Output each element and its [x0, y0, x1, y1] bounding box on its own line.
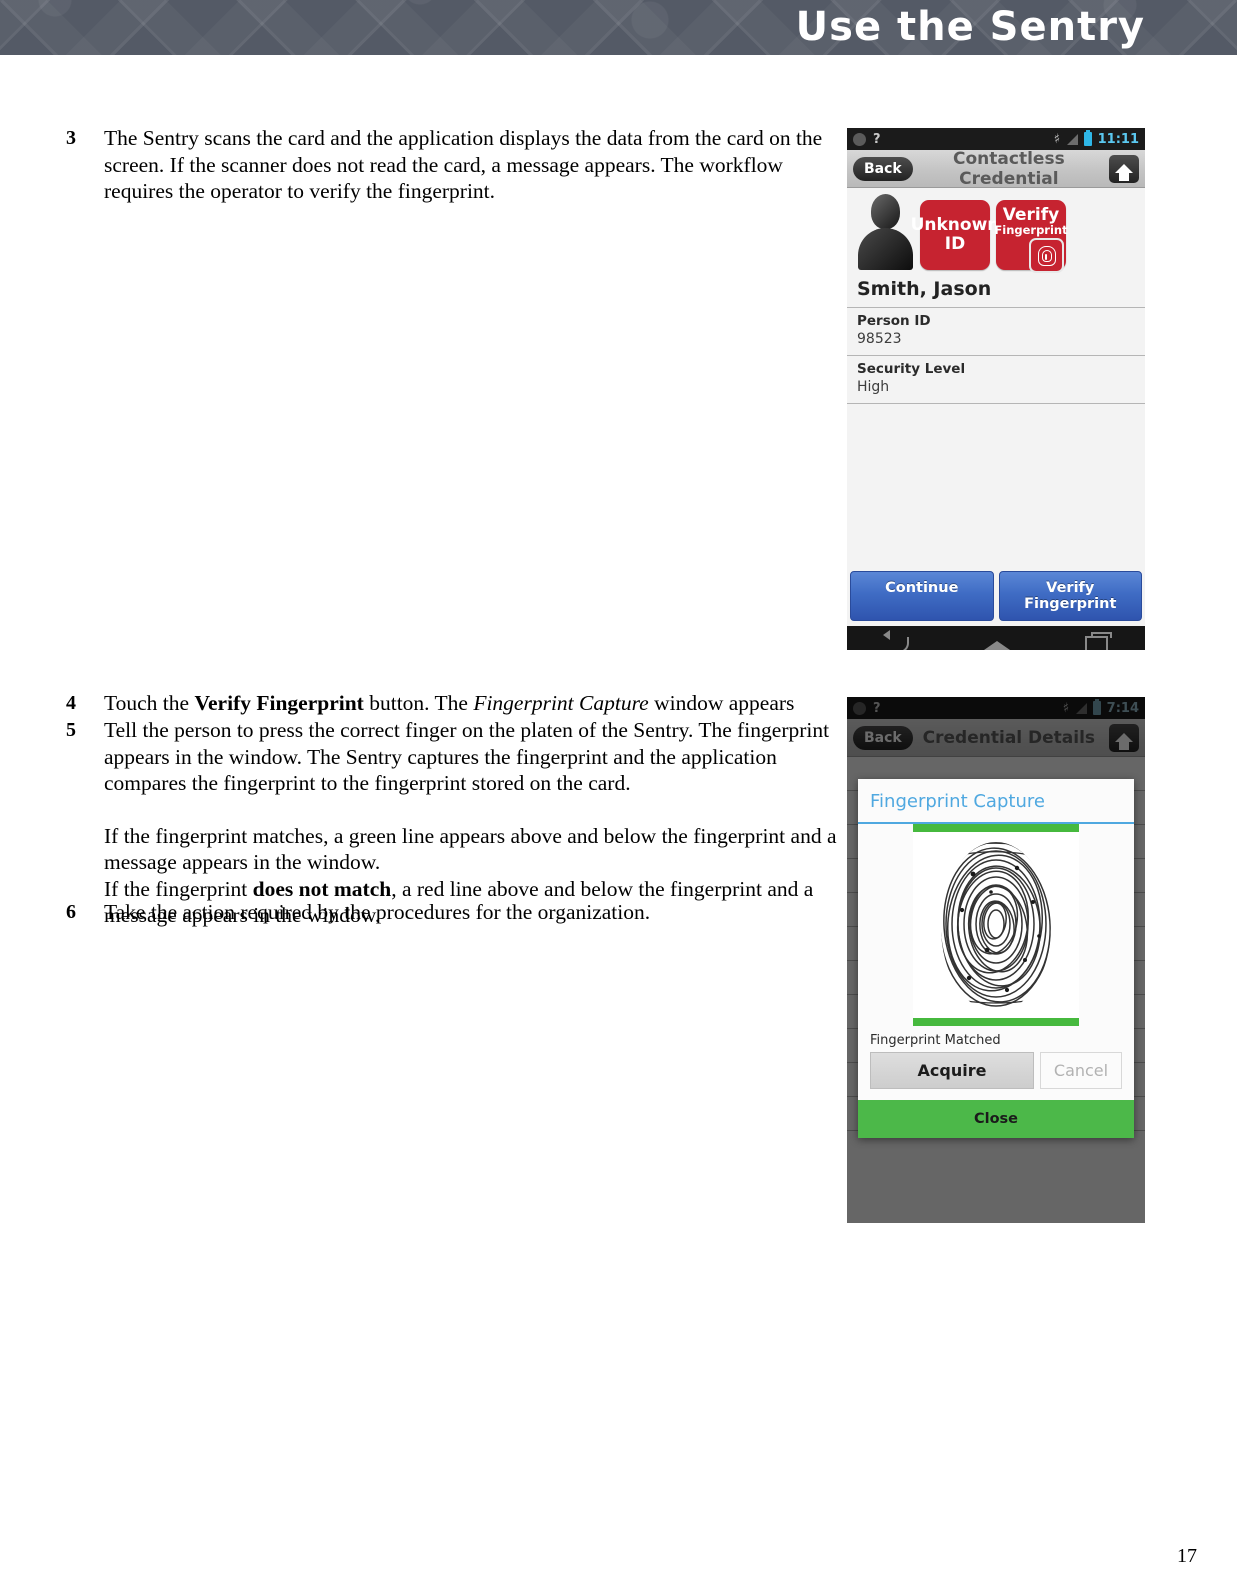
step-item: 4 Touch the Verify Fingerprint button. T… [66, 690, 856, 717]
status-clock: 7:14 [1106, 700, 1139, 716]
step-4-block: 4 Touch the Verify Fingerprint button. T… [66, 690, 856, 717]
step4-part-c: button. The [363, 691, 474, 715]
fingerprint-capture-dialog: Fingerprint Capture Fingerprint Matched … [858, 779, 1134, 1138]
field-security-level: Security Level High [847, 356, 1145, 404]
page-header-banner: Use the Sentry [0, 0, 1237, 55]
step-text: Touch the Verify Fingerprint button. The… [104, 690, 856, 717]
badge-unknown-id: Unknown ID [911, 200, 999, 270]
step-5-block: 5 Tell the person to press the correct f… [66, 717, 856, 929]
badge-verify-fingerprint: Verify Fingerprint [994, 200, 1068, 273]
nav-back-icon[interactable] [882, 630, 909, 650]
step-item: 6 Take the action required by the proced… [66, 899, 856, 926]
phone-screenshot-contactless-credential: ? ♯ 11:11 Back Contactless Credential Un… [847, 128, 1145, 650]
continue-button[interactable]: Continue [850, 571, 994, 621]
badge-unknown-line2: ID [944, 234, 966, 254]
step-6-block: 6 Take the action required by the proced… [66, 899, 856, 926]
signal-icon [1075, 702, 1087, 714]
step4-italic-fingerprint-capture: Fingerprint Capture [473, 691, 649, 715]
action-bar-title: Credential Details [922, 727, 1096, 748]
phone-screenshot-fingerprint-capture: ? ♯ 7:14 Back Credential Details Fingerp… [847, 697, 1145, 1223]
step4-part-e: window appears [648, 691, 795, 715]
mute-icon: ♯ [1062, 700, 1071, 716]
status-bar: ? ♯ 11:11 [847, 128, 1145, 150]
page-number: 17 [1177, 1545, 1197, 1567]
nfc-icon [853, 132, 866, 146]
step-number: 3 [66, 127, 76, 149]
battery-icon [1083, 130, 1092, 146]
content-filler [847, 404, 1145, 567]
verify-fingerprint-button[interactable]: Verify Fingerprint [998, 571, 1142, 621]
step-number: 4 [66, 692, 76, 714]
step-item: 3 The Sentry scans the card and the appl… [66, 125, 856, 205]
back-button[interactable]: Back [853, 725, 913, 750]
dialog-message: Fingerprint Matched [870, 1033, 1001, 1048]
home-icon [1115, 164, 1133, 181]
nfc-icon [853, 701, 866, 715]
back-button[interactable]: Back [853, 156, 913, 181]
dialog-button-row: Acquire Cancel [858, 1052, 1134, 1100]
field-value: High [857, 379, 890, 395]
step-item: 5 Tell the person to press the correct f… [66, 717, 856, 929]
nav-recents-icon[interactable] [1084, 631, 1112, 650]
page-title: Use the Sentry [795, 4, 1145, 50]
person-name: Smith, Jason [847, 274, 1145, 308]
android-nav-bar [847, 626, 1145, 650]
field-label: Person ID [857, 313, 931, 329]
help-icon: ? [873, 700, 881, 716]
cancel-button: Cancel [1040, 1052, 1122, 1089]
step4-bold-verify-fingerprint: Verify Fingerprint [194, 691, 364, 715]
status-clock: 11:11 [1097, 131, 1139, 147]
field-label: Security Level [857, 361, 966, 377]
action-bar-title: Contactless Credential [953, 148, 1065, 189]
avatar [857, 192, 914, 270]
match-line-top [913, 824, 1079, 832]
signal-icon [1066, 133, 1078, 145]
match-line-bottom [913, 1018, 1079, 1026]
step5-para-2: If the fingerprint matches, a green line… [104, 823, 837, 875]
badge-unknown-line1: Unknown [910, 215, 1000, 235]
action-bar: Back Credential Details [847, 719, 1145, 757]
step-text: The Sentry scans the card and the applic… [104, 126, 823, 203]
fingerprint-image [913, 832, 1079, 1018]
mute-icon: ♯ [1053, 131, 1062, 147]
step-number: 5 [66, 719, 76, 741]
action-bar: Back Contactless Credential [847, 148, 1145, 189]
step-text: Take the action required by the procedur… [104, 900, 651, 924]
step-text: Tell the person to press the correct fin… [104, 718, 830, 795]
battery-icon [1092, 699, 1101, 715]
badge-verify-line1: Verify [1002, 205, 1060, 225]
badge-verify-line2: Fingerprint [994, 223, 1068, 237]
step4-part-a: Touch the [104, 691, 195, 715]
step-3-block: 3 The Sentry scans the card and the appl… [66, 125, 856, 205]
fingerprint-stage [858, 824, 1134, 1026]
help-icon: ? [873, 131, 881, 147]
nav-home-icon[interactable] [983, 640, 1010, 650]
acquire-button[interactable]: Acquire [870, 1052, 1034, 1089]
status-bar: ? ♯ 7:14 [847, 697, 1145, 719]
fingerprint-icon [1029, 238, 1064, 273]
field-value: 98523 [857, 331, 902, 347]
home-button[interactable] [1109, 723, 1139, 752]
step-number: 6 [66, 901, 76, 923]
home-icon [1115, 733, 1133, 750]
dialog-title: Fingerprint Capture [858, 779, 1134, 824]
content-filler [847, 1131, 1145, 1223]
action-button-bar: Continue Verify Fingerprint [847, 567, 1145, 626]
step5-part-a: If the fingerprint [104, 876, 253, 901]
step5-bold-does-not-match: does not match [252, 876, 392, 901]
home-button[interactable] [1109, 154, 1139, 183]
credential-badge-row: Unknown ID Verify Fingerprint [847, 188, 1145, 274]
close-button[interactable]: Close [858, 1100, 1134, 1138]
field-person-id: Person ID 98523 [847, 308, 1145, 356]
